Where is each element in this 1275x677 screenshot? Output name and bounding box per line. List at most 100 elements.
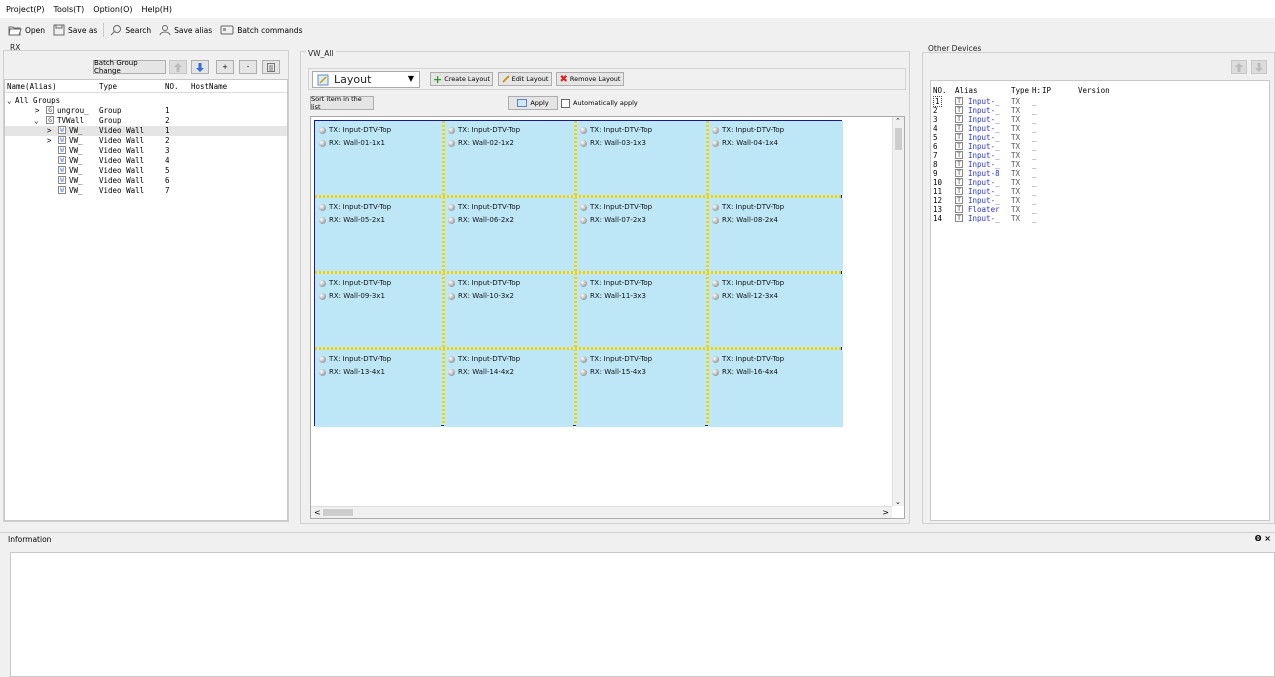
horizontal-scroll-thumb[interactable] — [323, 509, 353, 516]
video-wall-grid[interactable]: TX: Input-DTV-Top RX: Wall-01-1x1 TX: Inpu… — [314, 120, 843, 427]
tree-row[interactable]: W VW_ Video Wall 7 — [5, 186, 287, 196]
scroll-down-icon[interactable]: ⌄ — [895, 498, 901, 506]
device-row[interactable]: 10 T Input-_ TX _ — [931, 178, 1269, 187]
create-layout-button[interactable]: + Create Layout — [430, 72, 493, 86]
details-button[interactable] — [262, 60, 280, 74]
wall-cell[interactable]: TX: Input-DTV-Top RX: Wall-05-2x1 — [315, 198, 441, 271]
open-button[interactable]: Open — [4, 21, 49, 39]
device-row[interactable]: 8 T Input-_ TX _ — [931, 160, 1269, 169]
wall-cell[interactable]: TX: Input-DTV-Top RX: Wall-16-4x4 — [708, 350, 843, 427]
device-row[interactable]: 9 T Input-8 TX _ — [931, 169, 1269, 178]
col-alias[interactable]: Alias — [955, 86, 978, 95]
apply-button[interactable]: Apply — [508, 96, 558, 110]
device-row[interactable]: 1 T Input-_ TX _ — [931, 96, 1269, 107]
wall-cell[interactable]: TX: Input-DTV-Top RX: Wall-06-2x2 — [444, 198, 573, 271]
col-ip[interactable]: IP — [1042, 86, 1051, 95]
col-hostname[interactable]: HostName — [191, 82, 227, 91]
vertical-scrollbar[interactable]: ⌃ ⌄ — [892, 117, 904, 506]
move-up-button[interactable] — [169, 60, 187, 74]
device-h: _ — [1032, 124, 1037, 133]
device-alias: Input-_ — [968, 196, 1000, 205]
col-no[interactable]: NO. — [165, 82, 179, 91]
col-no[interactable]: NO. — [933, 86, 947, 95]
tree-row[interactable]: > W VW_ Video Wall 2 — [5, 136, 287, 146]
auto-apply-checkbox[interactable]: Automatically apply — [561, 96, 643, 110]
wall-cell[interactable]: TX: Input-DTV-Top RX: Wall-03-1x3 — [576, 121, 705, 195]
add-button[interactable]: + — [216, 60, 234, 74]
layout-select[interactable]: Layout ▼ — [312, 71, 420, 88]
wall-cell[interactable]: TX: Input-DTV-Top RX: Wall-15-4x3 — [576, 350, 705, 427]
tree-row-name: VW_ — [69, 176, 83, 185]
batch-commands-button[interactable]: Batch commands — [216, 21, 306, 39]
menu-help[interactable]: Help(H) — [142, 5, 173, 14]
col-type[interactable]: Type — [1011, 86, 1029, 95]
device-no: 6 — [933, 142, 938, 151]
device-row[interactable]: 12 T Input-_ TX _ — [931, 196, 1269, 205]
collapse-chevron-icon[interactable]: > — [47, 136, 52, 145]
tree-row[interactable]: W VW_ Video Wall 5 — [5, 166, 287, 176]
wall-cell[interactable]: TX: Input-DTV-Top RX: Wall-14-4x2 — [444, 350, 573, 427]
search-button[interactable]: Search — [106, 21, 155, 39]
tree-row-selected[interactable]: > W VW_ Video Wall 1 — [5, 126, 287, 136]
remove-layout-button[interactable]: ✖ Remove Layout — [556, 72, 624, 86]
wall-cell[interactable]: TX: Input-DTV-Top RX: Wall-02-1x2 — [444, 121, 573, 195]
device-row[interactable]: 4 T Input-_ TX _ — [931, 124, 1269, 133]
remove-button[interactable]: - — [239, 60, 257, 74]
device-row[interactable]: 2 T Input-_ TX _ — [931, 106, 1269, 115]
expand-chevron-icon[interactable]: ⌄ — [34, 116, 39, 125]
collapse-chevron-icon[interactable]: > — [47, 126, 52, 135]
horizontal-scrollbar[interactable]: < > — [311, 506, 892, 518]
col-name-alias[interactable]: Name(Alias) — [7, 82, 57, 91]
tree-row[interactable]: W VW_ Video Wall 3 — [5, 146, 287, 156]
checkbox-box[interactable] — [561, 98, 570, 108]
tree-row[interactable]: W VW_ Video Wall 4 — [5, 156, 287, 166]
save-alias-button[interactable]: Save alias — [155, 21, 216, 39]
device-type: TX — [1011, 160, 1021, 169]
save-as-button[interactable]: Save as — [49, 21, 101, 39]
col-type[interactable]: Type — [99, 82, 117, 91]
device-row[interactable]: 5 T Input-_ TX _ — [931, 133, 1269, 142]
device-row[interactable]: 6 T Input-_ TX _ — [931, 142, 1269, 151]
other-move-up-button[interactable] — [1231, 60, 1247, 74]
tree-row[interactable]: W VW_ Video Wall 6 — [5, 176, 287, 186]
rx-label: RX: Wall-16-4x4 — [722, 368, 778, 376]
edit-layout-button[interactable]: Edit Layout — [498, 72, 552, 86]
menu-tools[interactable]: Tools(T) — [53, 5, 84, 14]
device-row[interactable]: 3 T Input-_ TX _ — [931, 115, 1269, 124]
expand-chevron-icon[interactable]: ⌄ — [7, 96, 12, 105]
scroll-left-icon[interactable]: < — [314, 508, 321, 517]
wall-cell[interactable]: TX: Input-DTV-Top RX: Wall-10-3x2 — [444, 274, 573, 347]
other-move-down-button[interactable] — [1251, 60, 1267, 74]
layout-canvas[interactable]: TX: Input-DTV-Top RX: Wall-01-1x1 TX: Inpu… — [310, 116, 905, 519]
vertical-scroll-thumb[interactable] — [895, 128, 902, 150]
device-type: TX — [1011, 151, 1021, 160]
wall-cell[interactable]: TX: Input-DTV-Top RX: Wall-04-1x4 — [708, 121, 843, 195]
wall-cell[interactable]: TX: Input-DTV-Top RX: Wall-12-3x4 — [708, 274, 843, 347]
wall-cell[interactable]: TX: Input-DTV-Top RX: Wall-11-3x3 — [576, 274, 705, 347]
collapse-chevron-icon[interactable]: > — [35, 106, 40, 115]
col-h[interactable]: H: — [1032, 86, 1041, 95]
tree-row[interactable]: > G ungrou_ Group 1 — [5, 106, 287, 116]
device-row[interactable]: 14 T Input-_ TX _ — [931, 214, 1269, 223]
sort-items-button[interactable]: Sort item in the list — [310, 95, 374, 111]
wall-cell[interactable]: TX: Input-DTV-Top RX: Wall-13-4x1 — [315, 350, 441, 427]
wall-cell[interactable]: TX: Input-DTV-Top RX: Wall-08-2x4 — [708, 198, 843, 271]
move-down-button[interactable] — [191, 60, 209, 74]
menu-option[interactable]: Option(O) — [93, 5, 132, 14]
wall-cell[interactable]: TX: Input-DTV-Top RX: Wall-09-3x1 — [315, 274, 441, 347]
batch-group-change-button[interactable]: Batch Group Change — [93, 59, 166, 75]
tree-row[interactable]: ⌄ All Groups — [5, 96, 287, 106]
device-type: TX — [1011, 115, 1021, 124]
tree-row[interactable]: ⌄ G TVWall Group 2 — [5, 116, 287, 126]
device-row[interactable]: 11 T Input-_ TX _ — [931, 187, 1269, 196]
menu-project[interactable]: Project(P) — [6, 5, 44, 14]
device-row[interactable]: 7 T Input-_ TX _ — [931, 151, 1269, 160]
information-log[interactable] — [10, 552, 1275, 677]
wall-cell[interactable]: TX: Input-DTV-Top RX: Wall-07-2x3 — [576, 198, 705, 271]
device-row[interactable]: 13 T Floater TX _ — [931, 205, 1269, 214]
scroll-up-icon[interactable]: ⌃ — [895, 117, 901, 125]
col-version[interactable]: Version — [1078, 86, 1110, 95]
scroll-right-icon[interactable]: > — [882, 508, 889, 517]
float-close-icon[interactable]: Θ × — [1255, 534, 1271, 543]
wall-cell[interactable]: TX: Input-DTV-Top RX: Wall-01-1x1 — [315, 121, 441, 195]
